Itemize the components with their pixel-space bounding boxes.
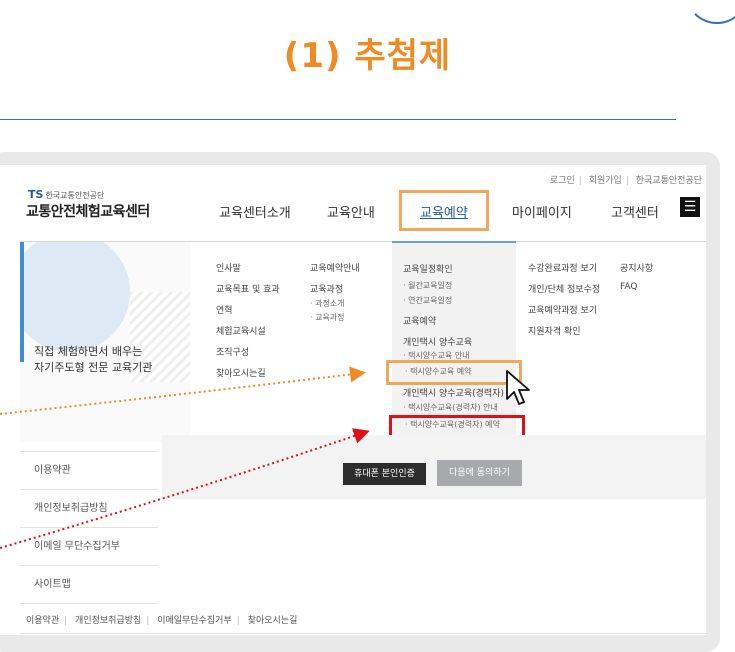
orange-arrow: [0, 366, 366, 415]
red-arrow: [0, 428, 370, 549]
mouse-cursor-icon: [506, 370, 530, 405]
annotation-arrows: [0, 366, 370, 549]
